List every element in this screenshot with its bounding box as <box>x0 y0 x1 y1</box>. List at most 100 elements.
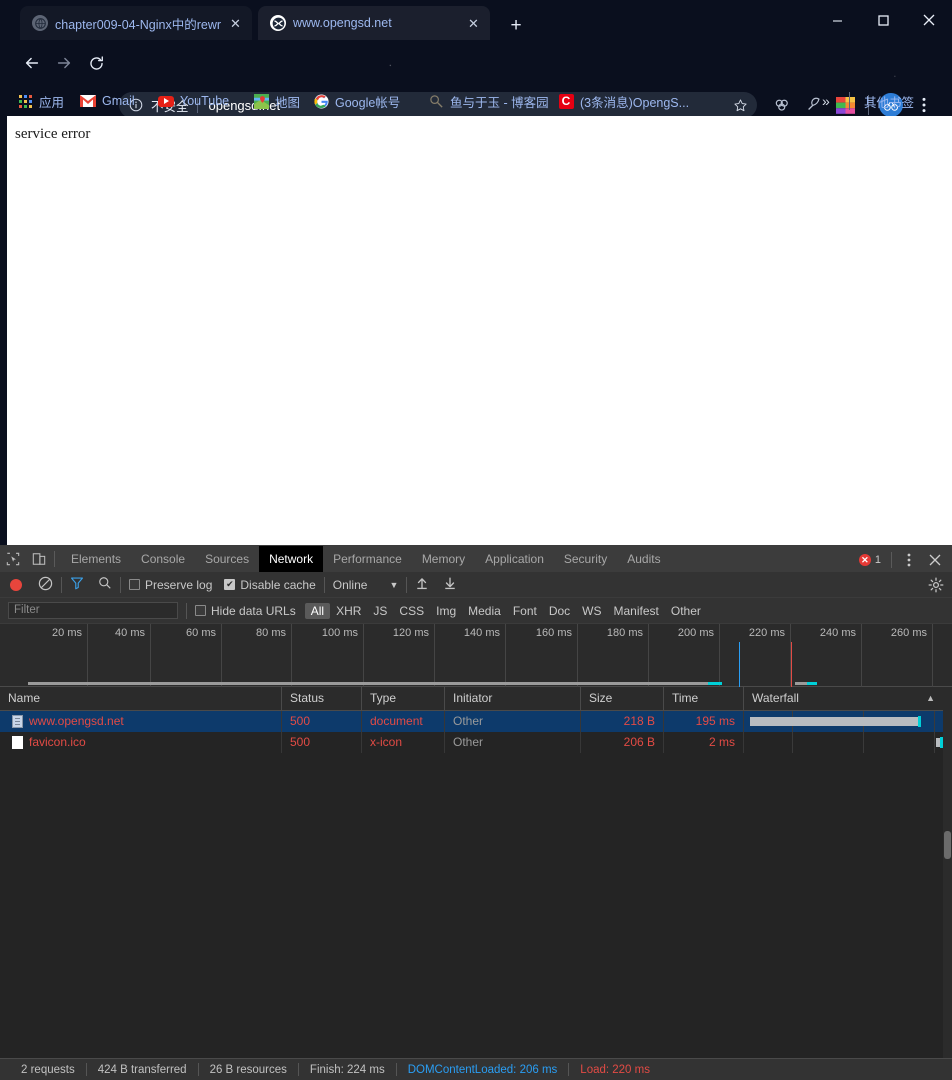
tab-console[interactable]: Console <box>131 546 195 572</box>
request-name-cell[interactable]: favicon.ico <box>0 732 281 753</box>
filter-funnel-icon[interactable] <box>70 576 84 593</box>
column-header-status[interactable]: Status <box>281 687 361 710</box>
type-filter-media[interactable]: Media <box>462 603 507 619</box>
browser-toolbar: 不安全 opengsd.net <box>0 40 952 118</box>
column-header-time[interactable]: Time <box>663 687 743 710</box>
document-file-icon <box>12 715 23 728</box>
request-initiator-cell[interactable]: Other <box>444 711 580 732</box>
type-filter-css[interactable]: CSS <box>393 603 430 619</box>
disable-cache-checkbox[interactable]: Disable cache <box>224 578 316 592</box>
devtools-close-icon[interactable] <box>922 547 948 573</box>
bookmarks-overflow-button[interactable]: » <box>822 86 830 116</box>
bookmark-youtube[interactable]: YouTube <box>158 86 229 116</box>
network-scrollbar-track[interactable] <box>943 687 952 1058</box>
hide-data-urls-box[interactable] <box>195 605 206 616</box>
column-header-type[interactable]: Type <box>361 687 444 710</box>
request-initiator-cell[interactable]: Other <box>444 732 580 753</box>
disable-cache-box[interactable] <box>224 579 236 590</box>
browser-tab-2[interactable]: www.opengsd.net ✕ <box>258 6 490 40</box>
network-scrollbar-thumb[interactable] <box>944 831 951 859</box>
tab-memory[interactable]: Memory <box>412 546 475 572</box>
gear-icon[interactable] <box>928 577 944 593</box>
tab-security[interactable]: Security <box>554 546 617 572</box>
network-timeline-overview[interactable]: 20 ms 40 ms 60 ms 80 ms 100 ms 120 ms 140 ms 16… <box>0 624 952 687</box>
tab-network[interactable]: Network <box>259 546 324 572</box>
network-table-header: Name Status Type Initiator Size Time Wat… <box>0 687 952 711</box>
tab-elements[interactable]: Elements <box>61 546 131 572</box>
upload-arrow-icon[interactable] <box>415 576 429 593</box>
error-count-badge[interactable]: ✕ 1 <box>858 554 881 566</box>
throttling-select[interactable]: Online ▼ <box>333 578 399 592</box>
column-header-initiator[interactable]: Initiator <box>444 687 580 710</box>
minimize-icon[interactable] <box>814 0 860 40</box>
tab-audits[interactable]: Audits <box>617 546 670 572</box>
timeline-tick <box>221 624 222 687</box>
tab-performance[interactable]: Performance <box>323 546 412 572</box>
toolbar-separator-2 <box>120 576 121 593</box>
type-filter-js[interactable]: JS <box>367 603 393 619</box>
filter-input[interactable]: Filter <box>8 602 178 619</box>
column-header-name[interactable]: Name <box>0 687 281 710</box>
status-load: Load: 220 ms <box>580 1063 650 1076</box>
device-toolbar-icon[interactable] <box>26 546 52 572</box>
browser-tab-1-close-icon[interactable]: ✕ <box>230 17 244 30</box>
bookmark-gmail[interactable]: Gmail <box>80 86 135 116</box>
inspect-element-icon[interactable] <box>0 546 26 572</box>
timeline-tick-label: 240 ms <box>819 627 856 639</box>
record-stop-icon[interactable] <box>10 578 22 591</box>
blog-icon <box>428 93 444 109</box>
chevron-down-icon[interactable]: ▼ <box>389 580 398 590</box>
load-event-marker <box>791 642 792 687</box>
resource-type-filters: All XHR JS CSS Img Media Font Doc WS Man… <box>304 602 707 619</box>
type-filter-xhr[interactable]: XHR <box>330 603 367 619</box>
timeline-tick-label: 40 ms <box>115 627 145 639</box>
bookmark-blog[interactable]: 鱼与于玉 - 博客园 <box>428 86 549 116</box>
bookmark-apps[interactable]: 应用 <box>17 86 64 116</box>
other-bookmarks-button[interactable]: 其他书签 <box>858 86 914 116</box>
hide-data-urls-checkbox[interactable]: Hide data URLs <box>195 604 296 618</box>
request-name-label: www.opengsd.net <box>29 714 124 728</box>
clear-icon[interactable] <box>38 576 53 594</box>
column-header-size[interactable]: Size <box>580 687 663 710</box>
bookmark-gmail-label: Gmail <box>102 94 135 108</box>
tab-sources[interactable]: Sources <box>195 546 259 572</box>
column-header-waterfall[interactable]: Waterfall ▲ <box>743 687 943 710</box>
preserve-log-checkbox[interactable]: Preserve log <box>129 578 212 592</box>
timeline-tick-label: 260 ms <box>890 627 927 639</box>
type-filter-img[interactable]: Img <box>430 603 462 619</box>
type-filter-manifest[interactable]: Manifest <box>608 603 665 619</box>
type-filter-font[interactable]: Font <box>507 603 543 619</box>
request-name-cell[interactable]: www.opengsd.net <box>0 711 281 732</box>
bookmark-csdn[interactable]: C (3条消息)OpengS... <box>558 86 689 116</box>
network-filter-bar: Filter Hide data URLs All XHR JS CSS Img… <box>0 598 952 624</box>
column-header-waterfall-label: Waterfall <box>752 691 799 705</box>
waterfall-bar <box>750 717 918 726</box>
maximize-icon[interactable] <box>860 0 906 40</box>
timeline-tick <box>87 624 88 687</box>
browser-tab-1[interactable]: chapter009-04-Nginx中的rewr ✕ <box>20 6 252 40</box>
reload-icon[interactable] <box>81 48 111 78</box>
timeline-tick <box>648 624 649 687</box>
type-filter-other[interactable]: Other <box>665 603 707 619</box>
devtools-three-dots-menu-icon[interactable] <box>896 547 922 573</box>
table-row[interactable]: www.opengsd.net 500 document Other 218 B… <box>0 711 952 732</box>
browser-tab-2-close-icon[interactable]: ✕ <box>468 17 482 30</box>
download-arrow-icon[interactable] <box>443 576 457 593</box>
globe-white-icon <box>270 15 286 31</box>
tab-application[interactable]: Application <box>475 546 554 572</box>
type-filter-ws[interactable]: WS <box>576 603 607 619</box>
preserve-log-box[interactable] <box>129 579 140 590</box>
new-tab-button[interactable]: + <box>504 15 528 39</box>
bookmark-google-account[interactable]: Google帐号 <box>313 86 400 116</box>
network-request-list[interactable]: www.opengsd.net 500 document Other 218 B… <box>0 711 952 1058</box>
type-filter-doc[interactable]: Doc <box>543 603 576 619</box>
table-row[interactable]: favicon.ico 500 x-icon Other 206 B 2 ms <box>0 732 952 753</box>
close-icon[interactable] <box>906 0 952 40</box>
preserve-log-label: Preserve log <box>145 577 213 592</box>
bookmarks-divider <box>849 92 850 110</box>
type-filter-all[interactable]: All <box>304 602 331 619</box>
back-arrow-icon[interactable] <box>17 48 47 78</box>
search-icon[interactable] <box>98 576 112 593</box>
sort-indicator-icon[interactable]: ▲ <box>926 687 935 710</box>
bookmark-maps[interactable]: 地图 <box>253 86 300 116</box>
